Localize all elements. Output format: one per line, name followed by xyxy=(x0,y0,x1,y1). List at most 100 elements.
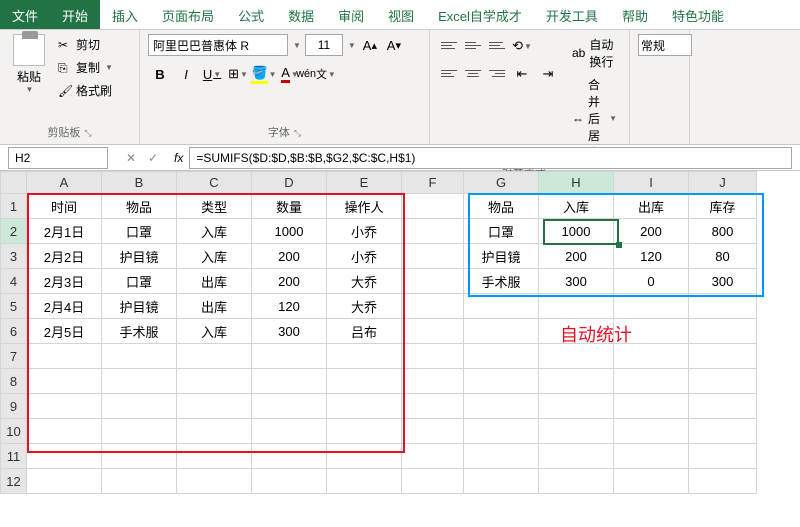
cell[interactable]: 大乔 xyxy=(327,269,402,294)
row-header[interactable]: 3 xyxy=(1,244,27,269)
cell[interactable] xyxy=(252,344,327,369)
cell[interactable] xyxy=(402,244,464,269)
row-header[interactable]: 8 xyxy=(1,369,27,394)
cell[interactable] xyxy=(402,294,464,319)
cell[interactable] xyxy=(402,219,464,244)
cell[interactable] xyxy=(464,394,539,419)
tab-excel-self[interactable]: Excel自学成才 xyxy=(426,0,534,29)
cell[interactable] xyxy=(102,394,177,419)
cell[interactable] xyxy=(402,444,464,469)
align-bottom-button[interactable] xyxy=(486,34,508,56)
cell[interactable] xyxy=(27,344,102,369)
align-top-button[interactable] xyxy=(438,34,460,56)
align-middle-button[interactable] xyxy=(462,34,484,56)
row-header[interactable]: 7 xyxy=(1,344,27,369)
cell[interactable]: 2月2日 xyxy=(27,244,102,269)
cell[interactable] xyxy=(402,369,464,394)
cell[interactable] xyxy=(27,369,102,394)
tab-help[interactable]: 帮助 xyxy=(610,0,660,29)
font-name-select[interactable] xyxy=(148,34,288,56)
cell[interactable] xyxy=(614,294,689,319)
cell[interactable] xyxy=(464,469,539,494)
col-header[interactable]: A xyxy=(27,172,102,194)
cell[interactable]: 护目镜 xyxy=(102,244,177,269)
col-header[interactable]: F xyxy=(402,172,464,194)
cell[interactable] xyxy=(614,419,689,444)
cell[interactable] xyxy=(614,444,689,469)
cell[interactable]: 类型 xyxy=(177,194,252,219)
cell[interactable]: 口罩 xyxy=(464,219,539,244)
tab-insert[interactable]: 插入 xyxy=(100,0,150,29)
cell[interactable]: 入库 xyxy=(539,194,614,219)
accept-formula-button[interactable]: ✓ xyxy=(144,151,162,165)
cell[interactable]: 护目镜 xyxy=(464,244,539,269)
cell[interactable] xyxy=(402,344,464,369)
cell[interactable] xyxy=(689,444,757,469)
cell[interactable] xyxy=(539,294,614,319)
cell[interactable] xyxy=(539,469,614,494)
cell[interactable]: 120 xyxy=(614,244,689,269)
orientation-button[interactable]: ⟲▼ xyxy=(510,34,534,58)
cell[interactable]: 2月1日 xyxy=(27,219,102,244)
cell[interactable] xyxy=(402,269,464,294)
cell[interactable] xyxy=(689,419,757,444)
row-header[interactable]: 2 xyxy=(1,219,27,244)
cell[interactable] xyxy=(689,469,757,494)
cell[interactable]: 300 xyxy=(539,269,614,294)
cell[interactable]: 入库 xyxy=(177,244,252,269)
cell[interactable] xyxy=(102,444,177,469)
cell[interactable] xyxy=(102,369,177,394)
cell[interactable] xyxy=(177,469,252,494)
cell[interactable] xyxy=(464,444,539,469)
cell[interactable]: 300 xyxy=(252,319,327,344)
cell[interactable] xyxy=(402,194,464,219)
cell[interactable]: 200 xyxy=(252,244,327,269)
cell[interactable] xyxy=(177,344,252,369)
row-header[interactable]: 11 xyxy=(1,444,27,469)
cell[interactable] xyxy=(539,444,614,469)
tab-view[interactable]: 视图 xyxy=(376,0,426,29)
tab-dev[interactable]: 开发工具 xyxy=(534,0,610,29)
cell[interactable] xyxy=(327,444,402,469)
chevron-down-icon[interactable]: ▼ xyxy=(293,41,301,50)
cell[interactable]: 200 xyxy=(614,219,689,244)
cell[interactable]: 小乔 xyxy=(327,244,402,269)
cell[interactable]: 时间 xyxy=(27,194,102,219)
cell[interactable]: 物品 xyxy=(464,194,539,219)
fill-color-button[interactable]: 🪣▼ xyxy=(252,62,276,86)
cell[interactable]: 大乔 xyxy=(327,294,402,319)
cell[interactable]: 80 xyxy=(689,244,757,269)
cell[interactable]: 出库 xyxy=(614,194,689,219)
cell[interactable] xyxy=(614,369,689,394)
row-header[interactable]: 1 xyxy=(1,194,27,219)
underline-button[interactable]: U▼ xyxy=(200,62,224,86)
cell[interactable] xyxy=(539,419,614,444)
border-button[interactable]: ⊞▼ xyxy=(226,62,250,86)
cell[interactable]: 手术服 xyxy=(464,269,539,294)
cell[interactable] xyxy=(402,469,464,494)
cell[interactable] xyxy=(177,394,252,419)
cut-button[interactable]: ✂剪切 xyxy=(54,34,117,55)
col-header[interactable]: I xyxy=(614,172,689,194)
col-header[interactable]: G xyxy=(464,172,539,194)
cell[interactable] xyxy=(252,394,327,419)
bold-button[interactable]: B xyxy=(148,62,172,86)
cell[interactable]: 2月5日 xyxy=(27,319,102,344)
cell[interactable]: 口罩 xyxy=(102,219,177,244)
tab-page-layout[interactable]: 页面布局 xyxy=(150,0,226,29)
cell[interactable]: 2月3日 xyxy=(27,269,102,294)
tab-file[interactable]: 文件 xyxy=(0,0,50,29)
name-box[interactable] xyxy=(8,147,108,169)
cell[interactable] xyxy=(689,369,757,394)
cell[interactable]: 操作人 xyxy=(327,194,402,219)
col-header[interactable]: E xyxy=(327,172,402,194)
row-header[interactable]: 12 xyxy=(1,469,27,494)
cell[interactable] xyxy=(252,369,327,394)
cell[interactable] xyxy=(464,294,539,319)
phonetic-button[interactable]: wén文▼ xyxy=(304,62,328,86)
cell[interactable] xyxy=(252,419,327,444)
cell[interactable] xyxy=(27,444,102,469)
cell[interactable] xyxy=(464,319,539,344)
col-header[interactable]: H xyxy=(539,172,614,194)
cell[interactable] xyxy=(327,344,402,369)
